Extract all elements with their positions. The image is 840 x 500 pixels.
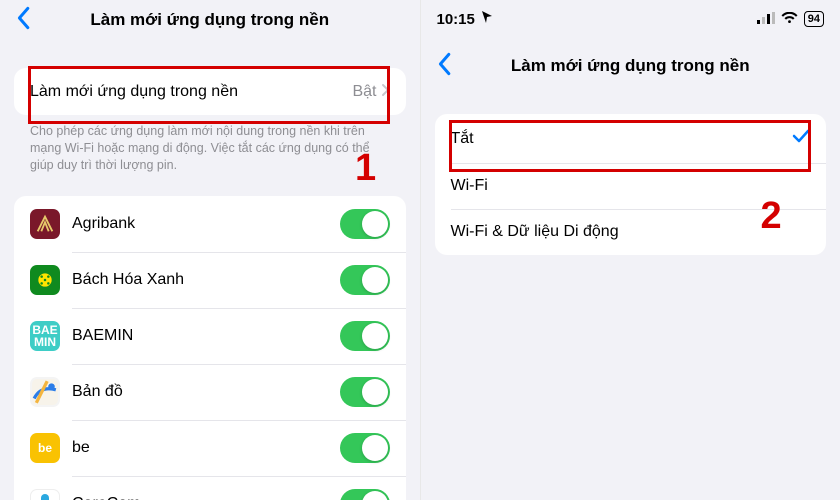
option-row[interactable]: Wi-Fi & Dữ liệu Di động — [435, 209, 827, 255]
bae-app-icon: BAEMIN — [30, 321, 60, 351]
app-row: Bách Hóa Xanh — [14, 252, 406, 308]
care-app-icon — [30, 489, 60, 500]
toggle-switch[interactable] — [340, 489, 390, 500]
nav-header: Làm mới ứng dụng trong nền — [421, 38, 840, 96]
page-title: Làm mới ứng dụng trong nền — [0, 10, 420, 30]
screen-right: 10:15 94 Làm mới ứng dụng trong nền Tắt W… — [421, 0, 840, 500]
back-chevron-icon[interactable] — [435, 52, 453, 80]
app-name: be — [72, 439, 340, 457]
option-row[interactable]: Tắt — [435, 114, 827, 163]
agri-app-icon — [30, 209, 60, 239]
app-name: Bách Hóa Xanh — [72, 271, 340, 289]
app-row: BAEMIN BAEMIN — [14, 308, 406, 364]
content: Tắt Wi-Fi Wi-Fi & Dữ liệu Di động — [421, 96, 840, 269]
row-value: Bật — [352, 83, 376, 101]
maps-app-icon — [30, 377, 60, 407]
page-title: Làm mới ứng dụng trong nền — [421, 56, 840, 76]
option-row[interactable]: Wi-Fi — [435, 163, 827, 209]
option-label: Wi-Fi & Dữ liệu Di động — [451, 223, 811, 241]
app-name: BAEMIN — [72, 327, 340, 345]
app-name: Bản đồ — [72, 383, 340, 401]
app-row: bebe — [14, 420, 406, 476]
app-name: CareCam — [72, 495, 340, 500]
toggle-switch[interactable] — [340, 433, 390, 463]
status-time: 10:15 — [437, 11, 475, 28]
option-label: Tắt — [451, 130, 793, 148]
row-label: Làm mới ứng dụng trong nền — [30, 83, 352, 101]
app-list: Agribank Bách Hóa Xanh BAEMIN BAEMIN Bản đồ b… — [14, 196, 406, 500]
app-row: CareCam — [14, 476, 406, 500]
toggle-switch[interactable] — [340, 209, 390, 239]
app-row: Bản đồ — [14, 364, 406, 420]
status-bar: 10:15 94 — [421, 0, 840, 38]
toggle-switch[interactable] — [340, 321, 390, 351]
cellular-signal-icon — [757, 11, 775, 28]
option-label: Wi-Fi — [451, 177, 811, 195]
cursor-icon — [481, 10, 493, 28]
nav-header: Làm mới ứng dụng trong nền — [0, 0, 420, 44]
screen-left: Làm mới ứng dụng trong nền Làm mới ứng d… — [0, 0, 420, 500]
chevron-right-icon — [381, 81, 390, 102]
background-refresh-row[interactable]: Làm mới ứng dụng trong nền Bật — [14, 68, 406, 115]
master-setting-group: Làm mới ứng dụng trong nền Bật — [14, 68, 406, 115]
app-name: Agribank — [72, 215, 340, 233]
battery-badge: 94 — [804, 11, 824, 27]
toggle-switch[interactable] — [340, 265, 390, 295]
content: Làm mới ứng dụng trong nền Bật Cho phép … — [0, 44, 420, 500]
app-row: Agribank — [14, 196, 406, 252]
toggle-switch[interactable] — [340, 377, 390, 407]
wifi-icon — [781, 11, 798, 28]
be-app-icon: be — [30, 433, 60, 463]
section-footnote: Cho phép các ứng dụng làm mới nội dung t… — [14, 115, 406, 174]
back-chevron-icon[interactable] — [14, 6, 32, 34]
option-list: Tắt Wi-Fi Wi-Fi & Dữ liệu Di động — [435, 114, 827, 255]
check-icon — [792, 127, 810, 150]
bhx-app-icon — [30, 265, 60, 295]
